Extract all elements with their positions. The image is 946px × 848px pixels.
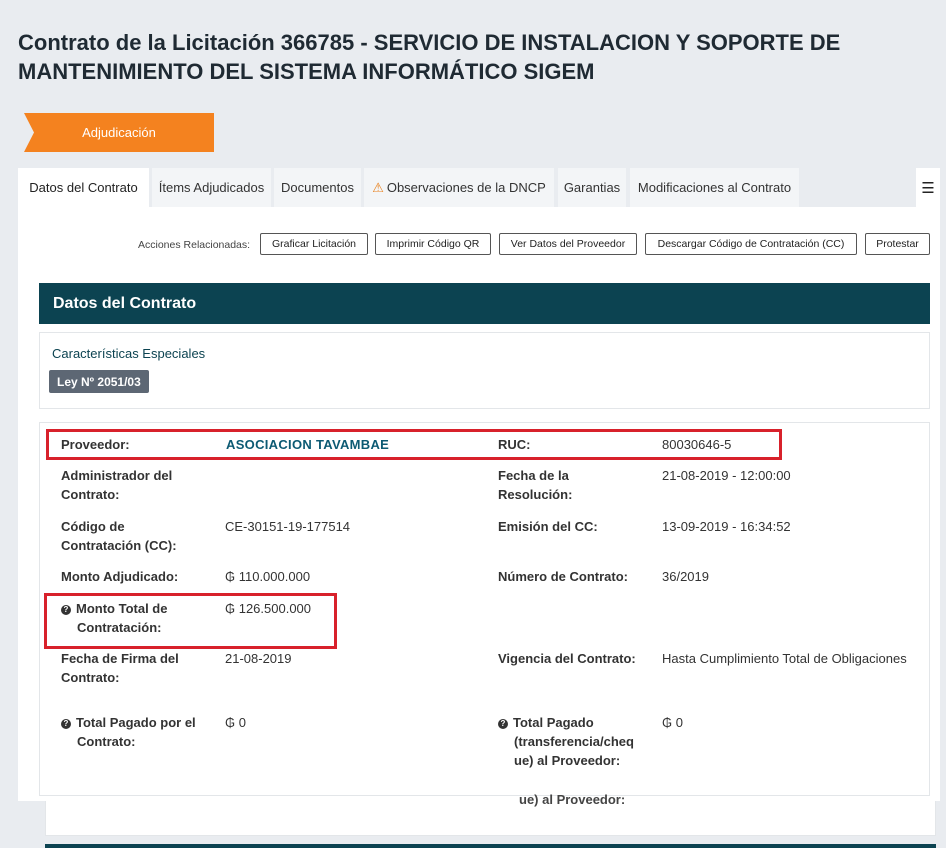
monto-adjudicado-label: Monto Adjudicado: [61,569,179,584]
total-pagado-label: ? Total Pagado por el Contrato: [61,713,196,751]
actions-label: Acciones Relacionadas: [138,239,251,251]
hamburger-icon[interactable]: ☰ [916,168,940,207]
help-icon[interactable]: ? [498,719,508,729]
label-line: Contratación (CC): [61,538,177,553]
protestar-button[interactable]: Protestar [865,233,930,255]
tab-label: Ítems Adjudicados [158,180,265,195]
tab-datos-contrato[interactable]: Datos del Contrato [18,168,149,207]
tab-label: Documentos [281,180,354,195]
content-panel: Acciones Relacionadas: Graficar Licitaci… [18,207,940,801]
label-line: Fecha de Firma del [61,651,179,666]
label-line: ue) al Proveedor: [514,753,621,768]
special-characteristics-box: Características Especiales Ley Nº 2051/0… [39,332,930,409]
codigo-contratacion-value: CE-30151-19-177514 [225,519,351,534]
codigo-contratacion-label: Código de Contratación (CC): [61,517,177,555]
tab-label: Modificaciones al Contrato [637,180,792,195]
tab-label: Observaciones de la DNCP [386,180,546,195]
tab-modificaciones[interactable]: Modificaciones al Contrato [630,168,799,207]
tab-label: Garantias [563,180,621,195]
warning-icon: ⚠ [372,179,384,195]
tab-label: Datos del Contrato [29,180,138,195]
label-line: (transferencia/cheq [514,734,634,749]
ver-proveedor-button[interactable]: Ver Datos del Proveedor [499,233,637,255]
special-characteristics-label: Características Especiales [52,346,206,361]
monto-adjudicado-value: ₲ 110.000.000 [225,569,311,584]
section-title: Datos del Contrato [53,294,197,312]
ghost-label-remnant: ue) al Proveedor: [519,792,626,807]
highlight-proveedor-row [46,429,782,460]
graficar-licitacion-button[interactable]: Graficar Licitación [260,233,368,255]
administrador-label: Administrador del Contrato: [61,466,172,504]
vigencia-value: Hasta Cumplimiento Total de Obligaciones [662,651,907,666]
label-line: Administrador del [61,468,173,483]
background-box-remnant [45,801,936,836]
tab-documentos[interactable]: Documentos [274,168,361,207]
label-line: Contrato: [77,734,136,749]
tab-bar: Datos del Contrato Ítems Adjudicados Doc… [18,168,940,207]
imprimir-qr-button[interactable]: Imprimir Código QR [375,233,491,255]
label-line: Fecha de la [498,468,569,483]
tab-items-adjudicados[interactable]: Ítems Adjudicados [152,168,271,207]
law-badge: Ley Nº 2051/03 [49,370,149,393]
emision-cc-value: 13-09-2019 - 16:34:52 [662,519,791,534]
label-line: Total Pagado [513,715,594,730]
label-line: Contrato: [61,670,120,685]
help-icon[interactable]: ? [61,719,71,729]
label-line: Contrato: [61,487,120,502]
vigencia-label: Vigencia del Contrato: [498,651,636,666]
numero-contrato-value: 36/2019 [662,569,709,584]
total-pagado-proveedor-value: ₲ 0 [662,715,683,730]
label-line: Total Pagado por el [76,715,196,730]
label-line: Código de [61,519,125,534]
fecha-resolucion-value: 21-08-2019 - 12:00:00 [662,468,791,483]
label-line: Resolución: [498,487,573,502]
page-title: Contrato de la Licitación 366785 - SERVI… [18,30,841,84]
emision-cc-label: Emisión del CC: [498,519,598,534]
highlight-monto-total [44,593,337,649]
section-header: Datos del Contrato [39,283,930,324]
phase-indicator[interactable]: Adjudicación [24,113,214,152]
total-pagado-proveedor-label: ? Total Pagado (transferencia/cheq ue) al P… [498,713,634,770]
numero-contrato-label: Número de Contrato: [498,569,628,584]
tab-observaciones-dncp[interactable]: ⚠ Observaciones de la DNCP [364,168,554,207]
fecha-firma-label: Fecha de Firma del Contrato: [61,649,179,687]
section-header-remnant [45,844,936,848]
total-pagado-value: ₲ 0 [225,715,246,730]
tab-garantias[interactable]: Garantias [558,168,626,207]
fecha-resolucion-label: Fecha de la Resolución: [498,466,572,504]
fecha-firma-value: 21-08-2019 [225,651,292,666]
descargar-cc-button[interactable]: Descargar Código de Contratación (CC) [645,233,857,255]
